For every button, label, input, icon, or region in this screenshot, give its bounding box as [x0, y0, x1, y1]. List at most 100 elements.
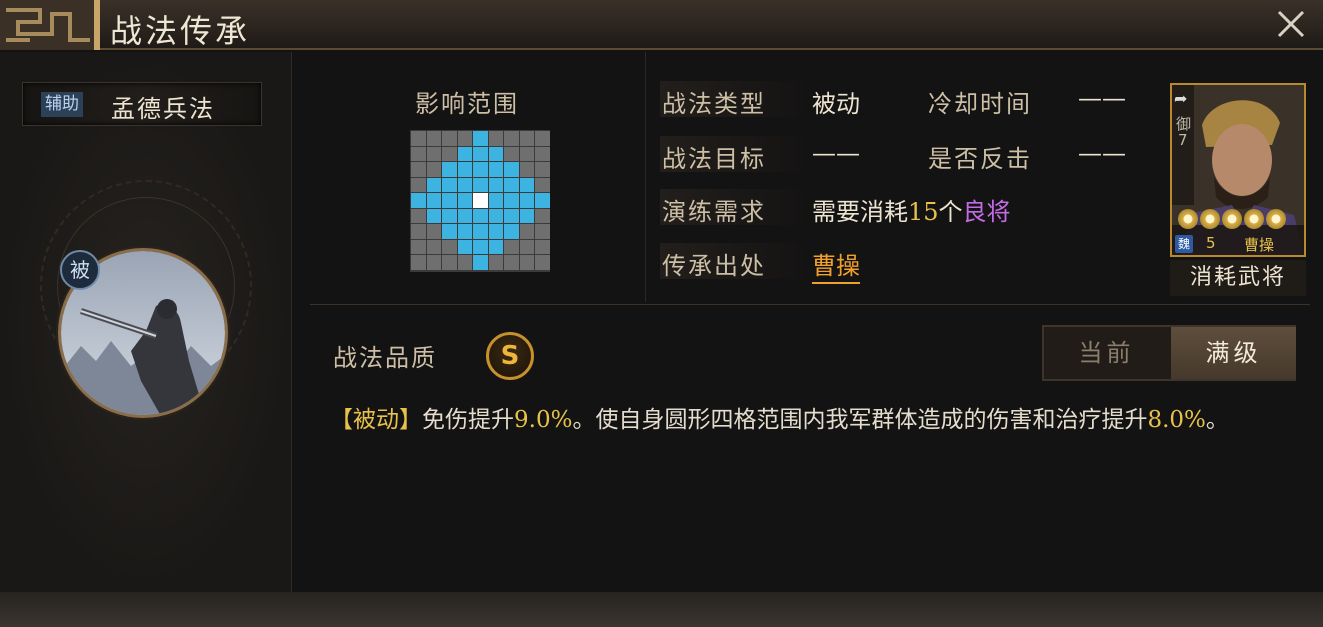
- inherit-source-value[interactable]: 曹操: [812, 252, 860, 284]
- description-part2: 。使自身圆形四格范围内我军群体造成的伤害和治疗提升: [572, 407, 1148, 433]
- skill-type-label: 战法类型: [662, 90, 766, 118]
- range-grid-cell: [426, 177, 441, 192]
- range-grid-cell: [442, 193, 457, 208]
- range-grid-cell: [411, 146, 426, 161]
- title-bar: 战法传承: [0, 0, 1323, 50]
- skill-name-plate: 辅助 孟德兵法: [22, 82, 262, 126]
- hero-card[interactable]: ➦ 御 7 魏 5 曹操: [1170, 83, 1306, 257]
- range-grid-cell: [535, 131, 550, 146]
- range-grid-cell: [411, 239, 426, 254]
- range-grid-cell: [504, 146, 519, 161]
- range-grid-cell: [473, 131, 488, 146]
- range-grid-cell: [488, 239, 503, 254]
- range-grid-cell: [442, 162, 457, 177]
- range-grid-cell: [519, 177, 534, 192]
- range-grid: [410, 130, 550, 272]
- star-icon: [1266, 209, 1286, 229]
- inherit-source-link[interactable]: 曹操: [812, 246, 860, 284]
- range-grid-cell: [442, 146, 457, 161]
- range-grid-cell: [519, 146, 534, 161]
- range-grid-cell: [442, 224, 457, 239]
- hero-level: 5: [1206, 234, 1216, 252]
- range-grid-cell: [519, 255, 534, 270]
- range-grid-cell: [442, 239, 457, 254]
- quality-label: 战法品质: [333, 344, 437, 372]
- range-grid-cell: [473, 239, 488, 254]
- hero-portrait-icon: [1172, 85, 1304, 255]
- range-grid-cell: [426, 239, 441, 254]
- range-grid-cell: [504, 255, 519, 270]
- description-value2: 8.0%: [1147, 407, 1206, 433]
- vertical-divider: [645, 52, 646, 302]
- bottom-bar: [0, 592, 1323, 627]
- skill-type-badge: 辅助: [41, 92, 83, 117]
- range-grid-cell: [426, 162, 441, 177]
- description-tag: 【被动】: [330, 407, 422, 433]
- range-grid-cell: [457, 208, 472, 223]
- range-grid-cell: [488, 177, 503, 192]
- skill-type-value: 被动: [812, 90, 860, 118]
- skill-description: 【被动】免伤提升9.0%。使自身圆形四格范围内我军群体造成的伤害和治疗提升8.0…: [330, 398, 1310, 442]
- range-grid-cell: [504, 177, 519, 192]
- star-icon: [1200, 209, 1220, 229]
- range-grid-cell: [488, 193, 503, 208]
- range-grid-cell: [535, 208, 550, 223]
- range-grid-cell: [457, 239, 472, 254]
- range-grid-cell: [426, 224, 441, 239]
- range-grid-cell: [535, 177, 550, 192]
- drill-prefix: 需要消耗: [812, 198, 908, 226]
- cooldown-value: ——: [1078, 84, 1126, 112]
- horizontal-divider: [310, 304, 1310, 305]
- range-grid-cell: [473, 162, 488, 177]
- tab-current-level[interactable]: 当前: [1044, 327, 1169, 379]
- hero-faction: 魏: [1175, 235, 1193, 253]
- range-grid-cell: [488, 255, 503, 270]
- range-label: 影响范围: [415, 90, 519, 118]
- hero-cost: 7: [1178, 131, 1188, 149]
- range-grid-cell: [504, 193, 519, 208]
- range-grid-cell: [473, 193, 488, 208]
- star-icon: [1244, 209, 1264, 229]
- hero-name: 曹操: [1244, 236, 1275, 254]
- range-grid-cell: [519, 162, 534, 177]
- range-grid-cell: [519, 131, 534, 146]
- drill-item: 良将: [962, 198, 1011, 226]
- range-grid-cell: [473, 208, 488, 223]
- range-grid-cell: [411, 255, 426, 270]
- range-grid-cell: [473, 255, 488, 270]
- range-grid-cell: [473, 146, 488, 161]
- range-grid-cell: [411, 193, 426, 208]
- star-icon: [1178, 209, 1198, 229]
- skill-target-label: 战法目标: [662, 145, 766, 173]
- range-grid-cell: [535, 239, 550, 254]
- window-title: 战法传承: [110, 12, 251, 50]
- range-grid-cell: [411, 177, 426, 192]
- range-grid-cell: [519, 239, 534, 254]
- counterattack-label: 是否反击: [928, 145, 1032, 173]
- range-grid-cell: [426, 193, 441, 208]
- range-grid-cell: [535, 224, 550, 239]
- close-icon[interactable]: [1273, 6, 1309, 42]
- range-grid-cell: [488, 146, 503, 161]
- inherit-source-label: 传承出处: [662, 252, 766, 280]
- range-grid-cell: [488, 208, 503, 223]
- range-grid-cell: [504, 162, 519, 177]
- tab-max-level[interactable]: 满级: [1171, 327, 1296, 379]
- quality-grade-badge: S: [486, 332, 534, 380]
- description-value1: 9.0%: [514, 407, 573, 433]
- range-grid-cell: [457, 162, 472, 177]
- level-toggle: 当前 满级: [1042, 325, 1296, 381]
- range-grid-cell: [426, 208, 441, 223]
- hero-card-caption: 消耗武将: [1170, 260, 1306, 296]
- range-grid-cell: [442, 131, 457, 146]
- passive-badge: 被: [60, 250, 100, 290]
- range-grid-cell: [488, 224, 503, 239]
- range-grid-cell: [426, 131, 441, 146]
- range-grid-cell: [442, 255, 457, 270]
- range-grid-cell: [442, 208, 457, 223]
- range-grid-cell: [519, 208, 534, 223]
- range-grid-cell: [411, 131, 426, 146]
- range-grid-cell: [411, 162, 426, 177]
- range-grid-cell: [504, 224, 519, 239]
- range-grid-cell: [457, 146, 472, 161]
